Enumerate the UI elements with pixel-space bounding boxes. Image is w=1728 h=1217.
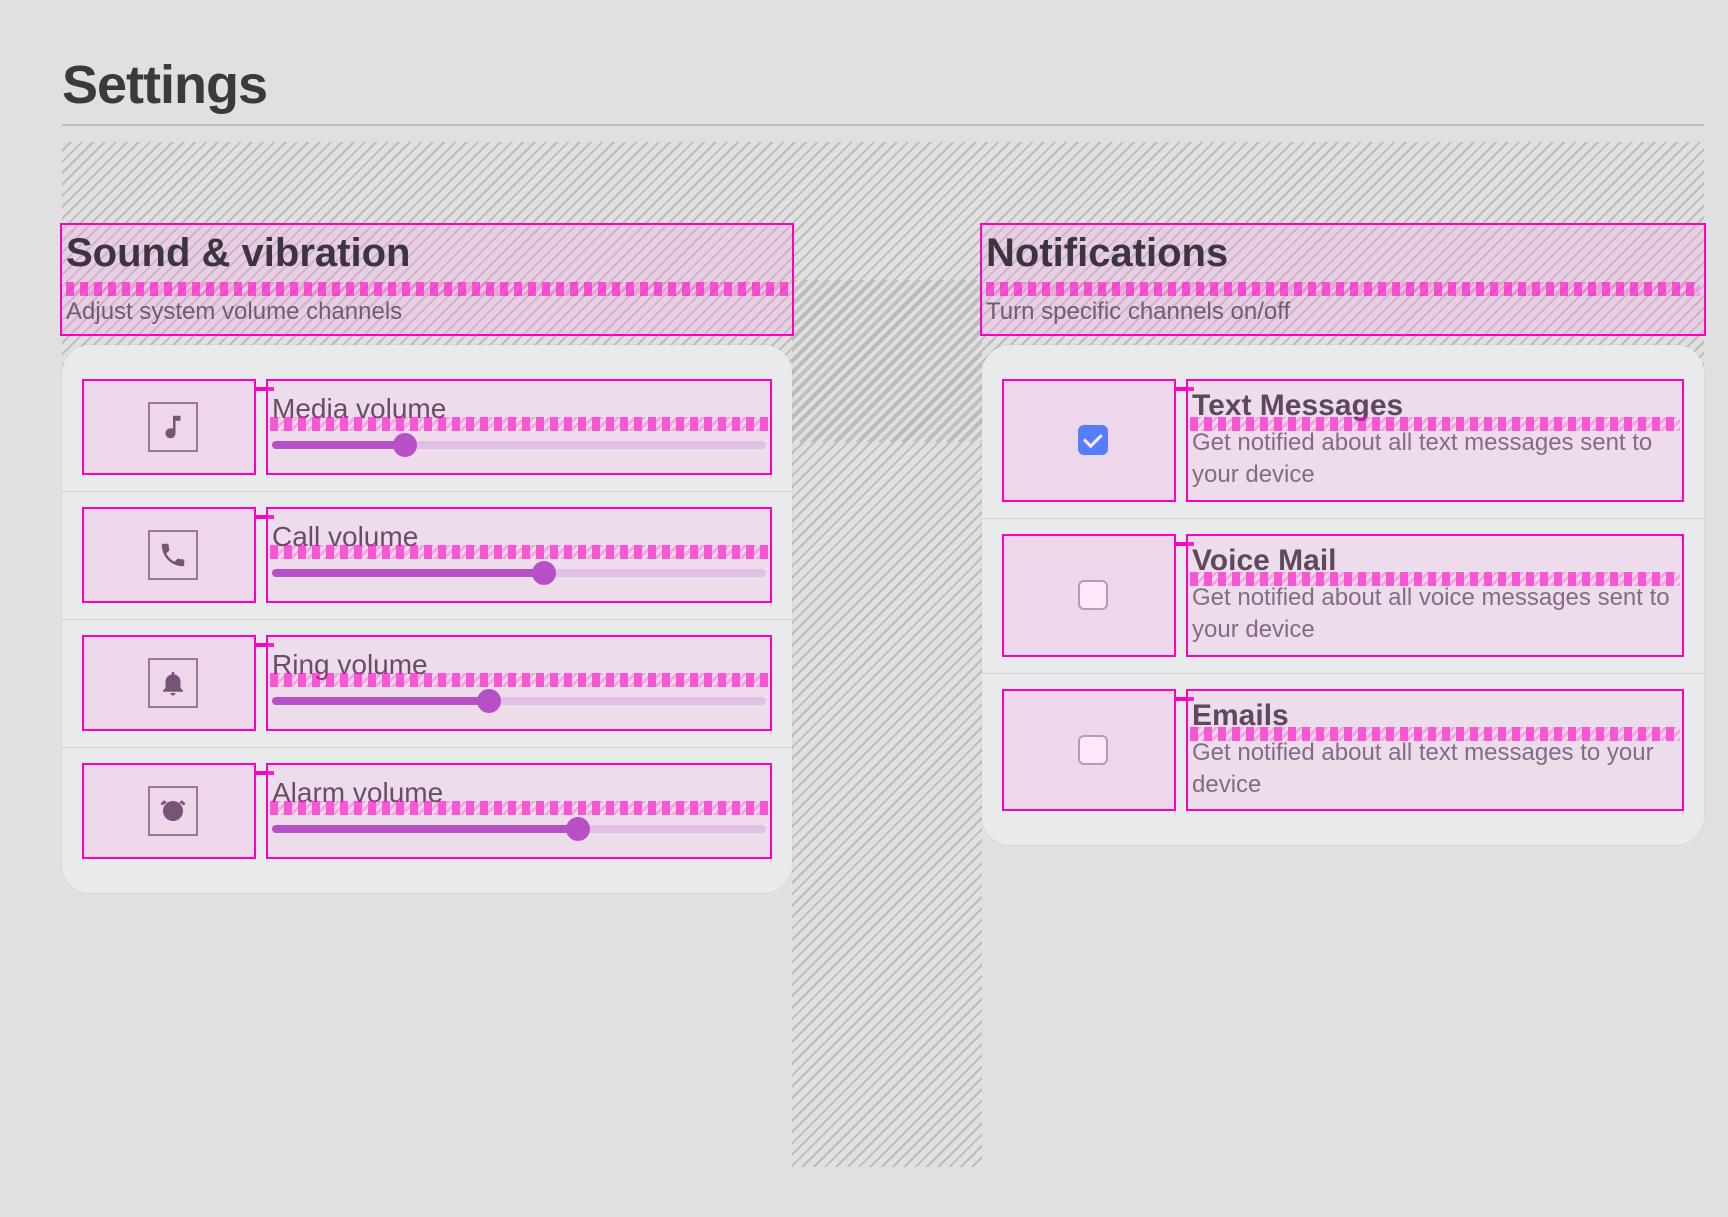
notification-title: Voice Mail [1192,544,1678,578]
notification-checkbox[interactable] [1078,425,1108,455]
notifications-card: Text Messages Get notified about all tex… [982,345,1704,845]
music-note-icon [148,402,198,452]
slider-row: Ring volume [62,619,792,747]
slider-icon-cell [88,645,258,721]
slider-content: Ring volume [272,645,766,721]
volume-slider[interactable] [272,685,766,717]
alarm-icon [148,786,198,836]
slider-icon-cell [88,389,258,465]
divider [62,124,1704,126]
notification-content: Voice Mail Get notified about all voice … [1192,544,1678,647]
notification-checkbox[interactable] [1078,580,1108,610]
page-title: Settings [62,50,1704,124]
checkbox-cell [1008,389,1178,492]
slider-label: Alarm volume [272,777,766,809]
slider-content: Call volume [272,517,766,593]
slider-label: Ring volume [272,649,766,681]
notification-content: Emails Get notified about all text messa… [1192,699,1678,802]
sound-heading: Sound & vibration [66,231,788,276]
notification-checkbox[interactable] [1078,735,1108,765]
volume-slider[interactable] [272,813,766,845]
slider-row: Media volume [62,363,792,491]
slider-icon-cell [88,773,258,849]
slider-row: Alarm volume [62,747,792,875]
sound-header: Sound & vibration Adjust system volume c… [62,225,792,334]
checkbox-cell [1008,544,1178,647]
phone-icon [148,530,198,580]
slider-content: Alarm volume [272,773,766,849]
bell-icon [148,658,198,708]
sound-card: Media volume Call volume [62,345,792,893]
sound-subtitle: Adjust system volume channels [66,298,788,326]
debug-squiggle [986,282,1700,296]
slider-icon-cell [88,517,258,593]
notifications-heading: Notifications [986,231,1700,276]
column-gutter [792,280,982,1167]
checkbox-cell [1008,699,1178,802]
notifications-column: Notifications Turn specific channels on/… [982,280,1704,1167]
notification-title: Text Messages [1192,389,1678,423]
settings-page: Settings Sound & vibration Adjust system… [62,50,1704,1167]
notifications-subtitle: Turn specific channels on/off [986,298,1700,326]
notification-desc: Get notified about all text messages sen… [1192,427,1678,492]
notification-row: Text Messages Get notified about all tex… [982,363,1704,518]
volume-slider[interactable] [272,429,766,461]
volume-slider[interactable] [272,557,766,589]
notification-desc: Get notified about all text messages to … [1192,737,1678,802]
notification-row: Emails Get notified about all text messa… [982,673,1704,828]
notification-content: Text Messages Get notified about all tex… [1192,389,1678,492]
notifications-header: Notifications Turn specific channels on/… [982,225,1704,334]
slider-content: Media volume [272,389,766,465]
sound-column: Sound & vibration Adjust system volume c… [62,280,792,1167]
columns: Sound & vibration Adjust system volume c… [62,280,1704,1167]
slider-label: Media volume [272,393,766,425]
slider-row: Call volume [62,491,792,619]
notification-row: Voice Mail Get notified about all voice … [982,518,1704,673]
notification-title: Emails [1192,699,1678,733]
debug-squiggle [66,282,788,296]
slider-label: Call volume [272,521,766,553]
notification-desc: Get notified about all voice messages se… [1192,582,1678,647]
